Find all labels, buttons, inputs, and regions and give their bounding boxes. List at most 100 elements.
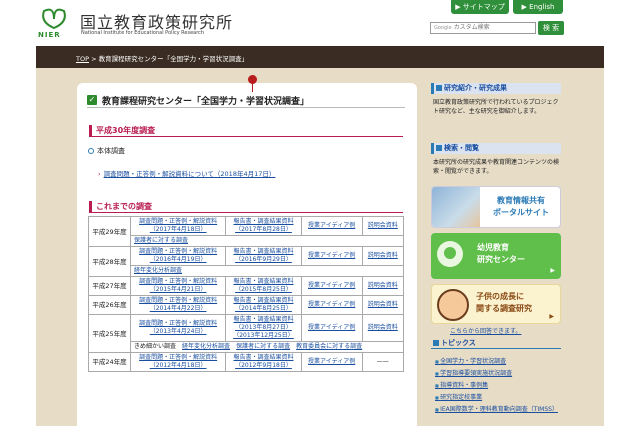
report-date[interactable]: （2012年9月18日） bbox=[235, 362, 292, 369]
year-cell: 平成25年度 bbox=[88, 314, 131, 353]
briefing-cell[interactable]: 説明会資料 bbox=[361, 246, 405, 266]
early-childhood-banner[interactable]: 幼児教育 研究センター ▶ bbox=[431, 233, 561, 279]
materials-link[interactable]: 調査問題・正答例・解説資料 bbox=[139, 218, 217, 225]
ideas-cell[interactable]: 授業アイディア例 bbox=[300, 352, 363, 372]
ideas-cell[interactable]: 授業アイディア例 bbox=[300, 276, 363, 296]
year-cell: 平成26年度 bbox=[88, 295, 131, 315]
topic-item[interactable]: IEA国際数学・理科教育動向調査（TIMSS） bbox=[435, 404, 561, 416]
materials-date[interactable]: （2017年4月18日） bbox=[150, 226, 207, 233]
report-link[interactable]: 報告書・調査結果資料 bbox=[233, 316, 293, 323]
materials-cell[interactable]: 調査問題・正答例・解説資料 （2013年4月24日） bbox=[129, 314, 227, 342]
materials-date[interactable]: （2014年4月22日） bbox=[150, 305, 207, 312]
h30-materials-link-text[interactable]: 調査問題・正答例・解説資料について（2018年4月17日） bbox=[104, 170, 276, 178]
table-row: 経年変化分析調査 bbox=[89, 265, 404, 277]
report-link[interactable]: 報告書・調査結果資料 bbox=[233, 218, 293, 225]
topic-item[interactable]: 指導資料・事例集 bbox=[435, 380, 561, 392]
materials-cell[interactable]: 調査問題・正答例・解説資料 （2012年4月18日） bbox=[129, 352, 227, 372]
report-date[interactable]: （2015年8月25日） bbox=[235, 286, 292, 293]
child-growth-banner[interactable]: 子供の成長に 関する調査研究 ▶ bbox=[431, 284, 561, 324]
ideas-link[interactable]: 授業アイディア例 bbox=[308, 282, 355, 289]
sitemap-button[interactable]: ▶ サイトマップ bbox=[451, 0, 509, 14]
square-icon bbox=[436, 85, 442, 91]
report-link[interactable]: 報告書・調査結果資料 bbox=[233, 278, 293, 285]
extra-link[interactable]: 保護者に対する調査 bbox=[134, 237, 188, 244]
report-date[interactable]: （2016年9月29日） bbox=[235, 256, 292, 263]
pin-icon bbox=[248, 75, 257, 84]
materials-date[interactable]: （2016年4月19日） bbox=[150, 256, 207, 263]
ideas-link[interactable]: 授業アイディア例 bbox=[308, 252, 355, 259]
materials-link[interactable]: 調査問題・正答例・解説資料 bbox=[139, 278, 217, 285]
materials-cell[interactable]: 調査問題・正答例・解説資料 （2014年4月22日） bbox=[129, 295, 227, 315]
materials-date[interactable]: （2013年4月24日） bbox=[150, 328, 207, 335]
ideas-link[interactable]: 授業アイディア例 bbox=[308, 358, 355, 365]
extra-link[interactable]: 保護者に対する調査 bbox=[236, 343, 290, 350]
report-date-2[interactable]: （2013年12月25日） bbox=[233, 332, 294, 339]
report-cell[interactable]: 報告書・調査結果資料 （2012年9月18日） bbox=[225, 352, 302, 372]
extra-cell[interactable]: 保護者に対する調査 bbox=[130, 235, 404, 247]
report-date[interactable]: （2013年8月27日） bbox=[235, 324, 292, 331]
ideas-link[interactable]: 授業アイディア例 bbox=[308, 324, 355, 331]
ideas-cell[interactable]: 授業アイディア例 bbox=[300, 216, 363, 236]
search-button[interactable]: 検 索 bbox=[538, 21, 564, 35]
sidebar-search-text: 本研究所の研究成果や教育関連コンテンツの検索・閲覧ができます。 bbox=[433, 159, 560, 175]
materials-date[interactable]: （2012年4月18日） bbox=[150, 362, 207, 369]
h30-materials-link[interactable]: › 調査問題・正答例・解説資料について（2018年4月17日） bbox=[98, 168, 275, 178]
ideas-link[interactable]: 授業アイディア例 bbox=[308, 301, 355, 308]
materials-cell[interactable]: 調査問題・正答例・解説資料 （2017年4月18日） bbox=[129, 216, 227, 236]
ideas-cell[interactable]: 授業アイディア例 bbox=[300, 246, 363, 266]
table-row: 平成26年度 調査問題・正答例・解説資料 （2014年4月22日） 報告書・調査結… bbox=[88, 295, 405, 315]
extra-link[interactable]: 教育委員会に対する調査 bbox=[296, 343, 362, 350]
subheading-text: 本体調査 bbox=[97, 147, 125, 155]
materials-cell[interactable]: 調査問題・正答例・解説資料 （2015年4月21日） bbox=[129, 276, 227, 296]
sidebar-heading-search-text[interactable]: 検索・閲覧 bbox=[444, 144, 479, 152]
materials-link[interactable]: 調査問題・正答例・解説資料 bbox=[139, 320, 217, 327]
materials-link[interactable]: 調査問題・正答例・解説資料 bbox=[139, 248, 217, 255]
briefing-link[interactable]: 説明会資料 bbox=[368, 282, 398, 289]
briefing-cell[interactable]: 説明会資料 bbox=[361, 216, 405, 236]
report-cell[interactable]: 報告書・調査結果資料 （2014年8月25日） bbox=[225, 295, 302, 315]
report-date[interactable]: （2014年8月25日） bbox=[235, 305, 292, 312]
nier-logo-icon[interactable] bbox=[40, 8, 68, 30]
topic-item[interactable]: 学習指導要領実施状況調査 bbox=[435, 368, 561, 380]
materials-link[interactable]: 調査問題・正答例・解説資料 bbox=[139, 297, 217, 304]
sidebar-heading-research[interactable]: 研究紹介・研究成果 bbox=[431, 83, 561, 94]
page-title-text: 教育課程研究センター「全国学力・学習状況調査」 bbox=[102, 97, 310, 107]
ideas-cell[interactable]: 授業アイディア例 bbox=[300, 295, 363, 315]
extra-link[interactable]: 経年変化分析調査 bbox=[134, 267, 182, 274]
report-cell[interactable]: 報告書・調査結果資料 （2016年9月29日） bbox=[225, 246, 302, 266]
report-link[interactable]: 報告書・調査結果資料 bbox=[233, 248, 293, 255]
past-surveys-table: 平成29年度 調査問題・正答例・解説資料 （2017年4月18日） 報告書・調査結… bbox=[88, 216, 405, 372]
ideas-cell[interactable]: 授業アイディア例 bbox=[300, 314, 363, 342]
materials-date[interactable]: （2015年4月21日） bbox=[150, 286, 207, 293]
report-cell[interactable]: 報告書・調査結果資料 （2015年8月25日） bbox=[225, 276, 302, 296]
answer-here-link[interactable]: こちらから回答できます。 bbox=[450, 326, 521, 335]
topics-list: 全国学力・学習状況調査 学習指導要領実施状況調査 指導資料・事例集 研究指定校事… bbox=[435, 356, 561, 416]
briefing-cell[interactable]: 説明会資料 bbox=[361, 314, 405, 342]
breadcrumb-top-link[interactable]: TOP bbox=[76, 55, 89, 63]
report-link[interactable]: 報告書・調査結果資料 bbox=[233, 354, 293, 361]
extra-link[interactable]: 経年変化分析調査 bbox=[182, 343, 230, 350]
sidebar-heading-search[interactable]: 検索・閲覧 bbox=[431, 143, 561, 154]
briefing-cell[interactable]: 説明会資料 bbox=[361, 295, 405, 315]
briefing-link[interactable]: 説明会資料 bbox=[368, 252, 398, 259]
briefing-cell[interactable]: 説明会資料 bbox=[361, 276, 405, 296]
briefing-link[interactable]: 説明会資料 bbox=[368, 301, 398, 308]
briefing-link[interactable]: 説明会資料 bbox=[368, 222, 398, 229]
materials-link[interactable]: 調査問題・正答例・解説資料 bbox=[139, 354, 217, 361]
extra-cell[interactable]: 経年変化分析調査 bbox=[130, 265, 404, 277]
search-input[interactable]: Google カスタム検索 bbox=[430, 22, 536, 34]
report-link[interactable]: 報告書・調査結果資料 bbox=[233, 297, 293, 304]
briefing-link[interactable]: 説明会資料 bbox=[368, 324, 398, 331]
report-date[interactable]: （2017年8月28日） bbox=[235, 226, 292, 233]
breadcrumb: TOP > 教育課程研究センター「全国学力・学習状況調査」 bbox=[76, 53, 248, 63]
portal-banner[interactable]: 教育情報共有 ポータルサイト bbox=[431, 186, 561, 228]
report-cell[interactable]: 報告書・調査結果資料 （2013年8月27日） （2013年12月25日） bbox=[225, 314, 302, 342]
english-button[interactable]: ▶ English bbox=[513, 0, 563, 14]
report-cell[interactable]: 報告書・調査結果資料 （2017年8月28日） bbox=[225, 216, 302, 236]
topic-item[interactable]: 研究指定校事業 bbox=[435, 392, 561, 404]
sidebar-heading-research-text[interactable]: 研究紹介・研究成果 bbox=[444, 84, 507, 92]
topic-item[interactable]: 全国学力・学習状況調査 bbox=[435, 356, 561, 368]
materials-cell[interactable]: 調査問題・正答例・解説資料 （2016年4月19日） bbox=[129, 246, 227, 266]
topics-heading-text: トピックス bbox=[441, 339, 476, 347]
ideas-link[interactable]: 授業アイディア例 bbox=[308, 222, 355, 229]
